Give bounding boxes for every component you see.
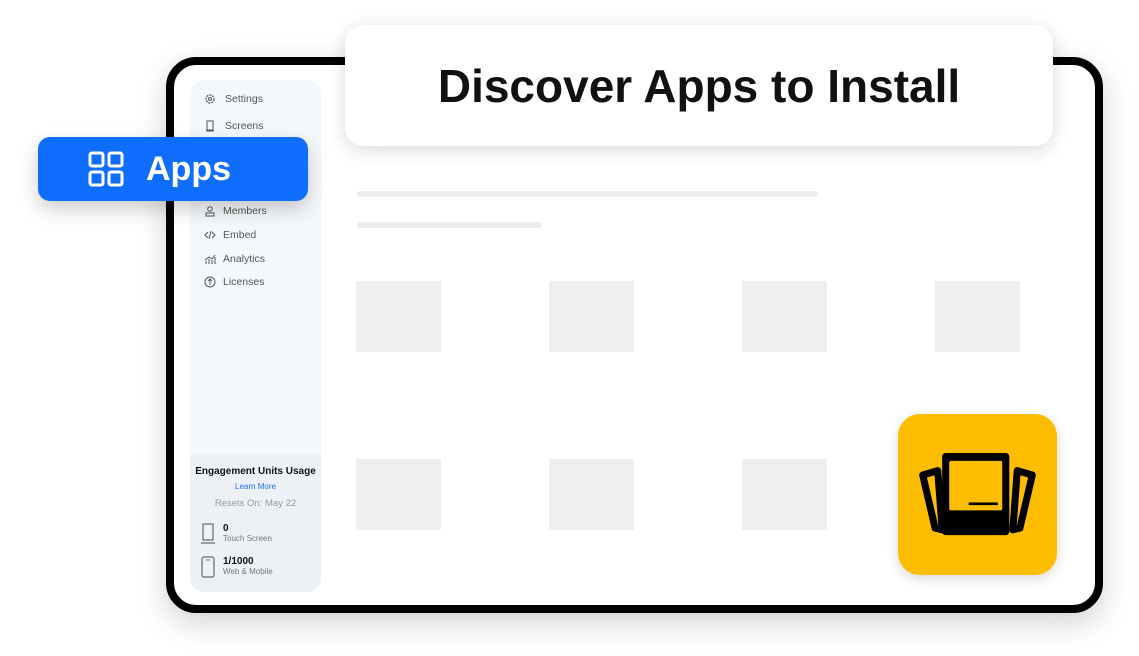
app-placeholder (549, 281, 634, 352)
grid-icon (88, 151, 124, 187)
sidebar-item-settings[interactable]: Settings (204, 93, 263, 105)
app-placeholder (935, 281, 1020, 352)
resets-date: Resets On: May 22 (214, 498, 297, 509)
sidebar-item-screens[interactable]: Screens (204, 120, 264, 132)
app-placeholder (549, 459, 634, 530)
placeholder-line (357, 222, 542, 228)
stat-web-mobile: 1/1000 Web & Mobile (201, 556, 273, 578)
analytics-icon (204, 254, 216, 264)
gear-icon (205, 94, 215, 104)
apps-button[interactable]: Apps (38, 137, 308, 201)
sidebar-item-embed[interactable]: Embed (204, 229, 256, 241)
stat-touch-screen: 0 Touch Screen (201, 523, 272, 545)
learn-more-link[interactable]: Learn More (190, 482, 321, 491)
arrow-up-circle-icon (204, 276, 216, 288)
sidebar-item-members[interactable]: Members (204, 205, 267, 217)
sidebar-item-analytics[interactable]: Analytics (204, 253, 265, 265)
mobile-icon (201, 556, 215, 578)
touch-screen-icon (201, 523, 215, 544)
usage-title: Engagement Units Usage (195, 466, 316, 477)
placeholder-line (357, 191, 818, 197)
screen-icon (206, 120, 214, 132)
code-icon (204, 230, 216, 240)
title-card: Discover Apps to Install (345, 25, 1053, 146)
usage-panel: Engagement Units Usage Learn More Resets… (190, 455, 321, 592)
app-placeholder (742, 459, 827, 530)
user-icon (205, 206, 215, 217)
sidebar-item-licenses[interactable]: Licenses (204, 276, 264, 288)
app-placeholder (356, 281, 441, 352)
app-placeholder (742, 281, 827, 352)
screens-app-icon[interactable] (898, 414, 1057, 575)
app-placeholder (356, 459, 441, 530)
page-title: Discover Apps to Install (437, 59, 961, 112)
